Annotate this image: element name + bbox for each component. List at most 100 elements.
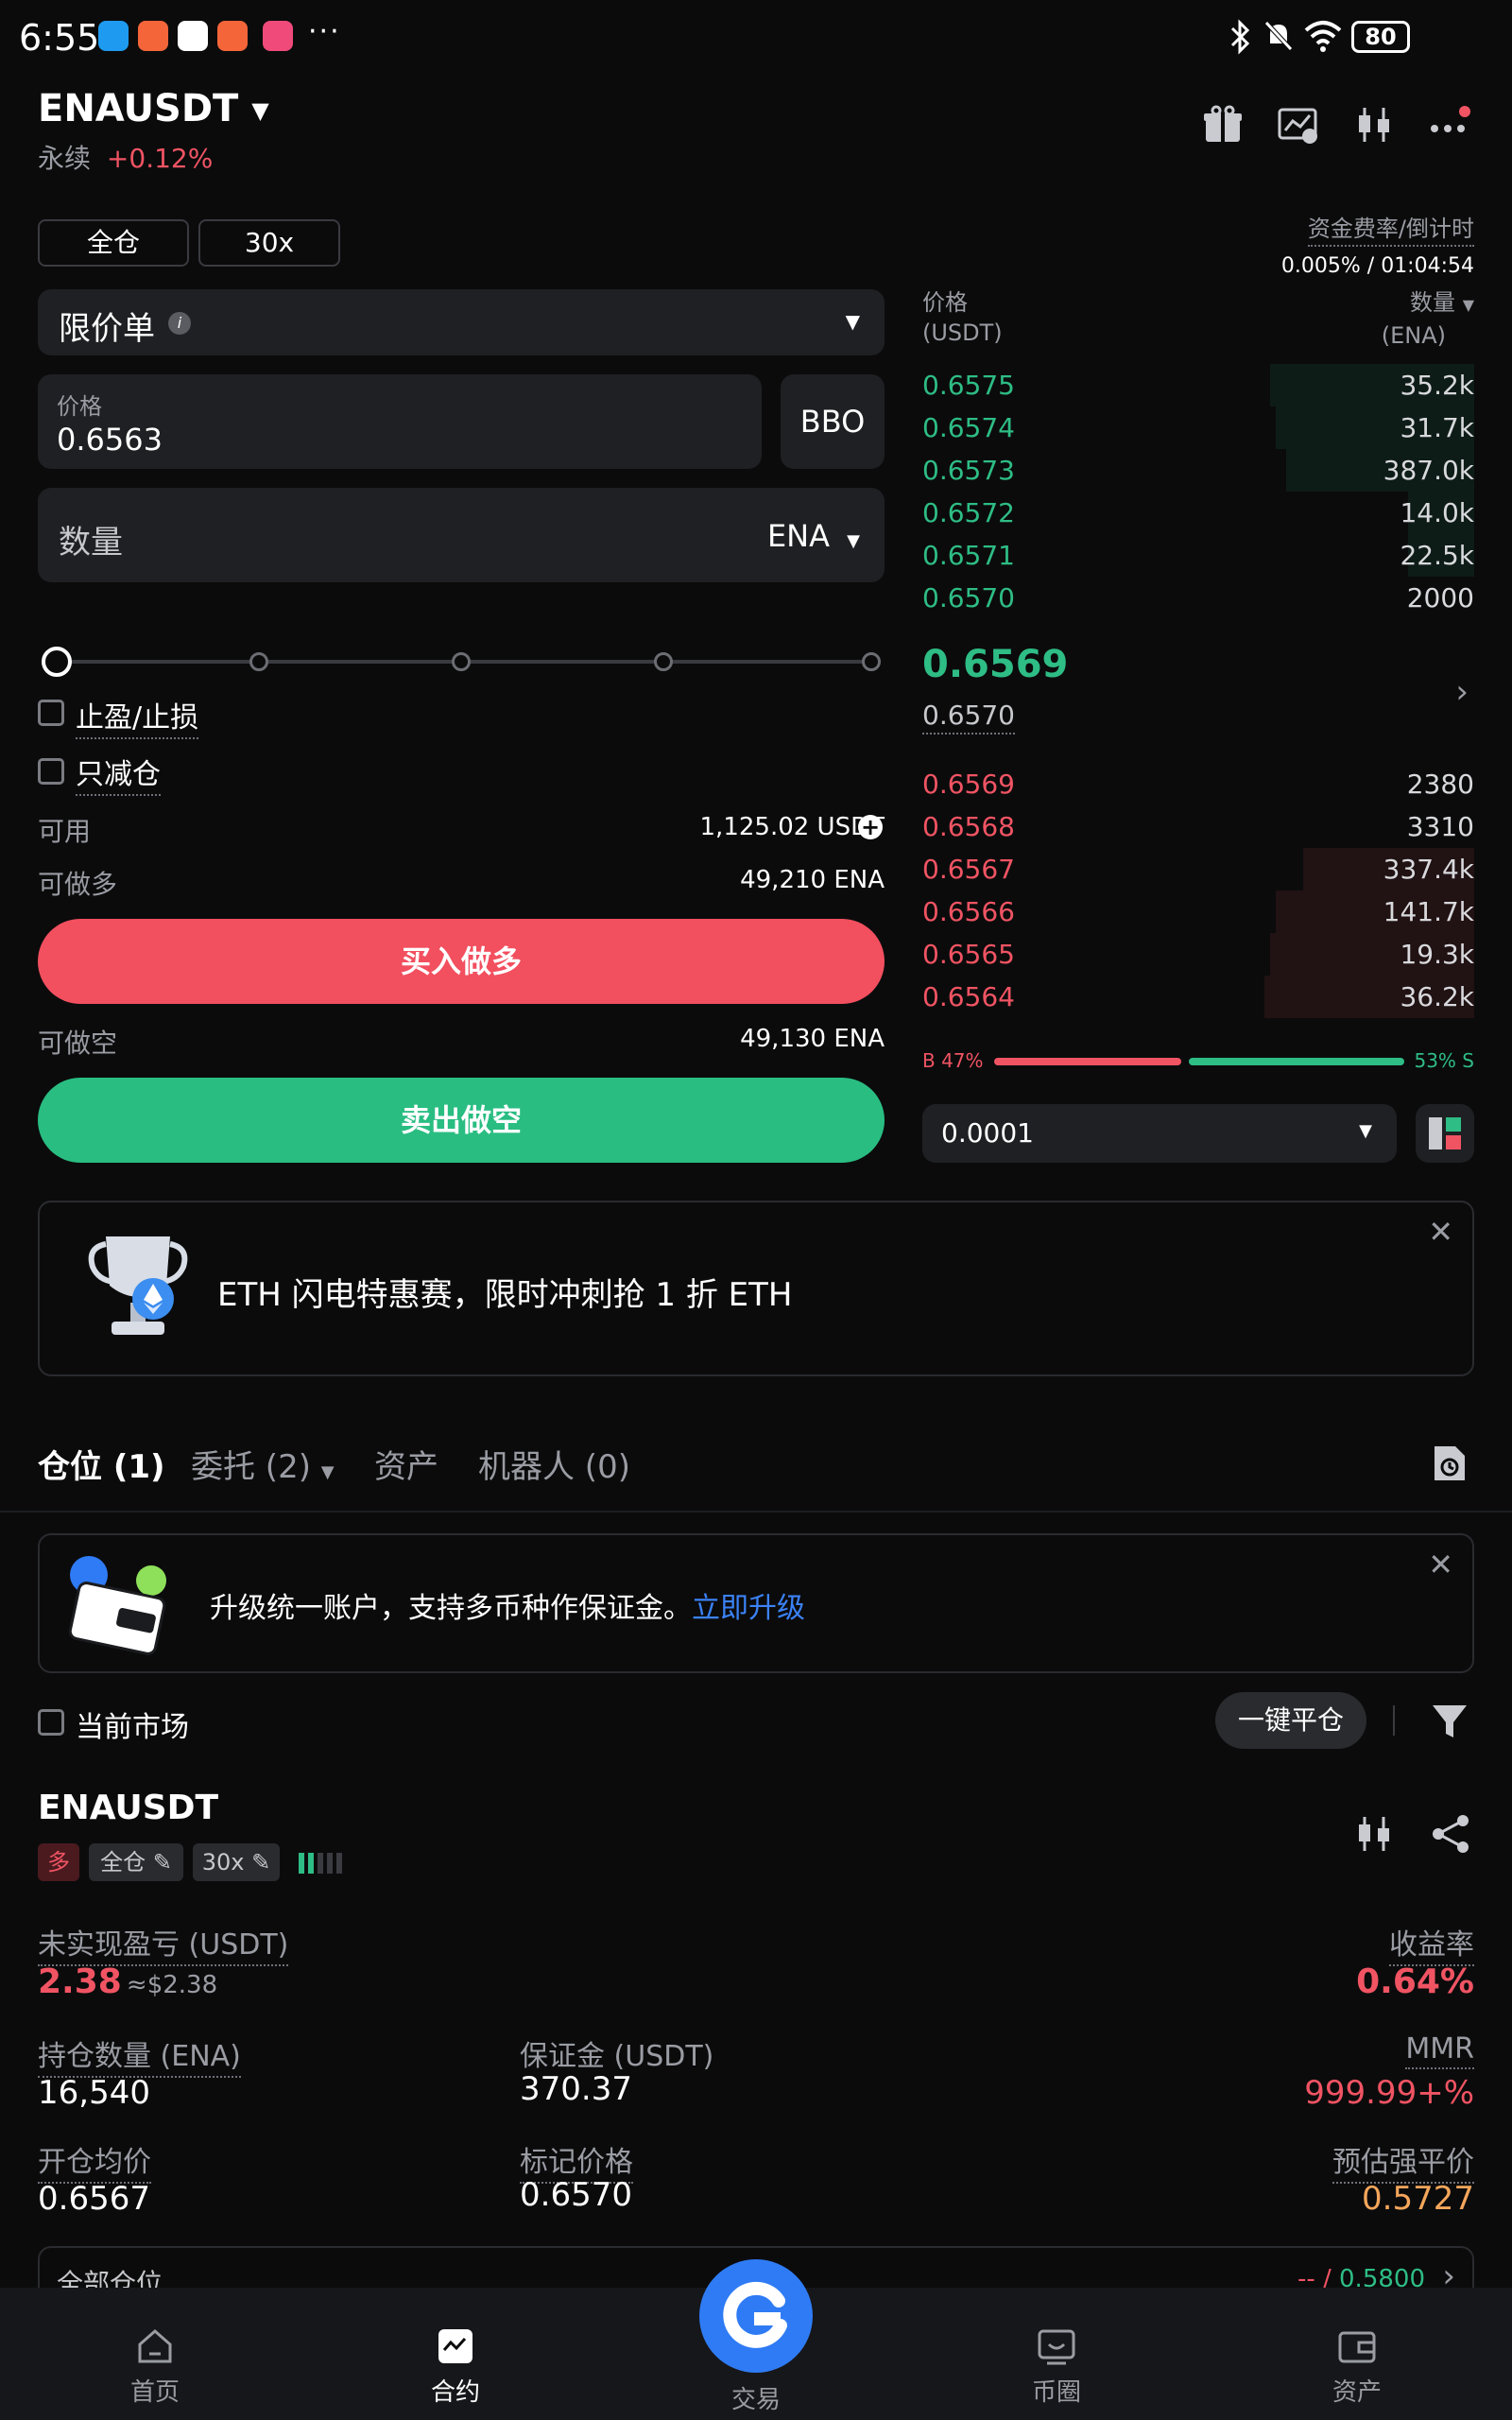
slider-step-75[interactable] bbox=[654, 652, 673, 671]
leverage-button[interactable]: 30x bbox=[198, 219, 340, 267]
ask-price: 0.6573 bbox=[922, 455, 1015, 486]
pnl-value: 2.38 bbox=[38, 1962, 122, 2001]
transfer-add-icon[interactable]: + bbox=[858, 815, 883, 839]
leverage-text: 30x bbox=[201, 1849, 245, 1876]
current-market-label[interactable]: 当前市场 bbox=[76, 1703, 189, 1745]
size-value: 16,540 bbox=[38, 2074, 150, 2112]
funding-rate[interactable]: 资金费率/倒计时 0.005% / 01:04:54 bbox=[1281, 210, 1474, 278]
reduce-only-label[interactable]: 只减仓 bbox=[76, 751, 161, 796]
slider-step-100[interactable] bbox=[862, 652, 881, 671]
wallet-icon bbox=[68, 1556, 166, 1655]
slider-step-50[interactable] bbox=[452, 652, 471, 671]
app-notification-icon bbox=[98, 21, 129, 51]
quantity-unit: ENA bbox=[766, 518, 830, 554]
side-badge: 多 bbox=[38, 1843, 79, 1881]
upgrade-link[interactable]: 立即升级 bbox=[692, 1592, 805, 1625]
chevron-right-icon[interactable]: › bbox=[1455, 673, 1469, 711]
nav-community-label: 币圈 bbox=[1031, 2378, 1081, 2407]
slider-handle[interactable] bbox=[42, 647, 72, 677]
margin-mode-button[interactable]: 全仓 bbox=[38, 219, 189, 267]
position-symbol[interactable]: ENAUSDT bbox=[38, 1789, 218, 1827]
quantity-unit-select[interactable]: ENA ▼ bbox=[767, 518, 860, 554]
pnl-label[interactable]: 未实现盈亏 (USDT) bbox=[38, 1921, 289, 1966]
bbo-button[interactable]: BBO bbox=[781, 374, 885, 469]
close-icon[interactable]: ✕ bbox=[1428, 1547, 1453, 1582]
wifi-icon bbox=[1304, 21, 1342, 52]
candlestick-icon[interactable] bbox=[1353, 1813, 1395, 1855]
tp-sl-checkbox[interactable] bbox=[38, 700, 64, 726]
ask-row[interactable]: 0.6575 35.2k bbox=[922, 364, 1474, 406]
ask-row[interactable]: 0.6574 31.7k bbox=[922, 406, 1474, 449]
close-all-button[interactable]: 一键平仓 bbox=[1215, 1692, 1366, 1749]
history-document-icon[interactable] bbox=[1431, 1443, 1469, 1484]
pair-selector[interactable]: ENAUSDT ▼ bbox=[38, 87, 269, 130]
ask-row[interactable]: 0.6573 387.0k bbox=[922, 449, 1474, 492]
entry-value: 0.6567 bbox=[38, 2180, 150, 2218]
nav-assets[interactable]: 资产 bbox=[1272, 2325, 1442, 2408]
gift-icon[interactable] bbox=[1202, 104, 1244, 146]
slider-step-25[interactable] bbox=[249, 652, 268, 671]
chart-settings-icon[interactable] bbox=[1278, 104, 1319, 146]
bid-price: 0.6564 bbox=[922, 981, 1015, 1012]
candlestick-icon[interactable] bbox=[1353, 104, 1395, 146]
ask-row[interactable]: 0.6572 14.0k bbox=[922, 492, 1474, 534]
liq-value: 0.5727 bbox=[1362, 2180, 1474, 2218]
qty-header-label: 数量 bbox=[1410, 289, 1456, 316]
app-notification-icon bbox=[263, 21, 293, 51]
tab-orders[interactable]: 委托 (2) ▼ bbox=[191, 1441, 335, 1487]
bid-row[interactable]: 0.6568 3310 bbox=[922, 805, 1474, 848]
sell-short-button[interactable]: 卖出做空 bbox=[38, 1078, 885, 1163]
price-change: +0.12% bbox=[106, 143, 214, 174]
bid-row[interactable]: 0.6569 2380 bbox=[922, 763, 1474, 805]
nav-trade[interactable]: 交易 bbox=[671, 2380, 841, 2415]
mmr-label[interactable]: MMR bbox=[1405, 2032, 1474, 2069]
bid-row[interactable]: 0.6565 19.3k bbox=[922, 933, 1474, 976]
bid-row[interactable]: 0.6566 141.7k bbox=[922, 890, 1474, 933]
close-icon[interactable]: ✕ bbox=[1428, 1214, 1453, 1250]
layout-icon bbox=[1429, 1117, 1461, 1150]
nav-futures[interactable]: 合约 bbox=[370, 2325, 541, 2408]
trade-center-button[interactable] bbox=[699, 2259, 813, 2373]
upgrade-banner[interactable]: 升级统一账户，支持多币种作保证金。立即升级 ✕ bbox=[38, 1533, 1474, 1673]
margin-mode-badge[interactable]: 全仓 ✎ bbox=[89, 1843, 183, 1881]
tab-positions[interactable]: 仓位 (1) bbox=[38, 1441, 165, 1487]
nav-home[interactable]: 首页 bbox=[70, 2325, 240, 2408]
ask-price: 0.6574 bbox=[922, 412, 1015, 443]
orderbook-layout-button[interactable] bbox=[1416, 1104, 1474, 1163]
risk-level-indicator bbox=[299, 1853, 342, 1877]
available-value: 1,125.02 USDT bbox=[699, 813, 885, 841]
liq-label[interactable]: 预估强平价 bbox=[1332, 2138, 1474, 2184]
info-icon[interactable]: i bbox=[168, 312, 191, 335]
funding-label: 资金费率/倒计时 bbox=[1307, 210, 1474, 247]
bid-row[interactable]: 0.6564 36.2k bbox=[922, 976, 1474, 1018]
price-input[interactable]: 价格 0.6563 bbox=[38, 374, 762, 469]
leverage-badge[interactable]: 30x ✎ bbox=[193, 1843, 280, 1881]
entry-label[interactable]: 开仓均价 bbox=[38, 2138, 151, 2184]
size-label[interactable]: 持仓数量 (ENA) bbox=[38, 2032, 241, 2078]
promo-banner[interactable]: ETH 闪电特惠赛，限时冲刺抢 1 折 ETH ✕ bbox=[38, 1201, 1474, 1376]
nav-community[interactable]: 币圈 bbox=[971, 2325, 1142, 2408]
precision-select[interactable]: 0.0001 ▼ bbox=[922, 1104, 1397, 1163]
orderbook-qty-header[interactable]: 数量 ▼ (ENA) bbox=[1382, 287, 1474, 351]
tab-assets[interactable]: 资产 bbox=[374, 1441, 438, 1487]
app-notification-icon bbox=[217, 21, 248, 51]
bid-row[interactable]: 0.6567 337.4k bbox=[922, 848, 1474, 890]
ask-quantity: 387.0k bbox=[1383, 455, 1474, 486]
current-market-checkbox[interactable] bbox=[38, 1709, 64, 1736]
tab-orders-label: 委托 (2) bbox=[191, 1448, 311, 1486]
buy-long-button[interactable]: 买入做多 bbox=[38, 919, 885, 1004]
roe-label[interactable]: 收益率 bbox=[1389, 1921, 1474, 1966]
mute-icon bbox=[1264, 21, 1293, 51]
more-menu-icon[interactable] bbox=[1429, 104, 1470, 146]
tabs-divider bbox=[0, 1511, 1512, 1512]
app-notification-icon bbox=[138, 21, 168, 51]
tp-sl-label[interactable]: 止盈/止损 bbox=[76, 694, 199, 739]
filter-icon[interactable] bbox=[1431, 1702, 1469, 1741]
order-type-select[interactable]: 限价单 i ▼ bbox=[38, 289, 885, 355]
share-icon[interactable] bbox=[1431, 1813, 1472, 1855]
tab-bots[interactable]: 机器人 (0) bbox=[478, 1441, 630, 1487]
ask-row[interactable]: 0.6570 2000 bbox=[922, 577, 1474, 619]
ask-row[interactable]: 0.6571 22.5k bbox=[922, 534, 1474, 577]
quantity-input[interactable]: 数量 ENA ▼ bbox=[38, 488, 885, 582]
reduce-only-checkbox[interactable] bbox=[38, 758, 64, 785]
